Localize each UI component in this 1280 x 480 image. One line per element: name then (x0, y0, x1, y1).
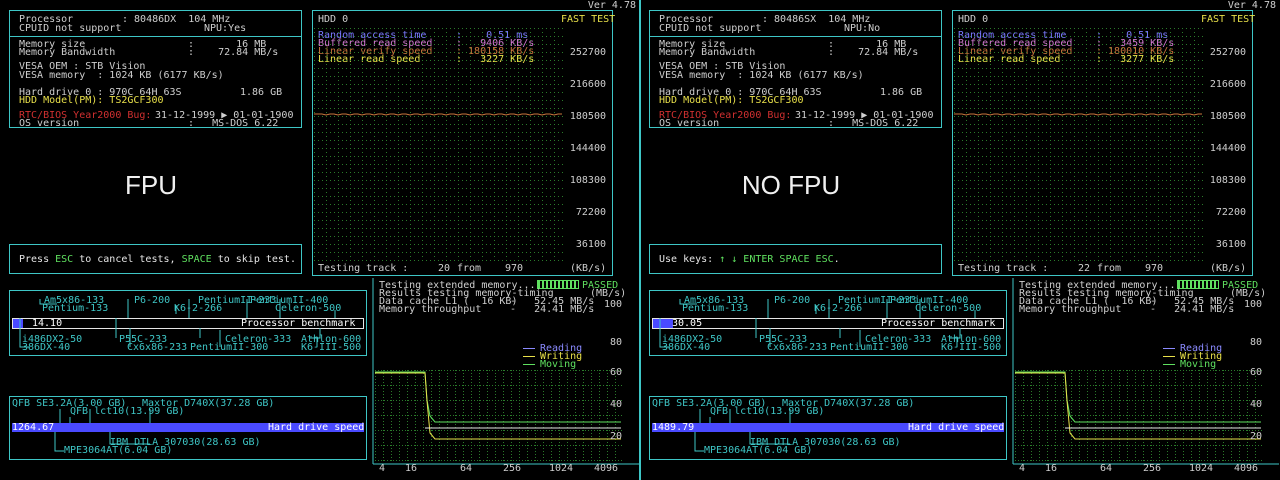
mem-x-tick: 16 (405, 463, 418, 474)
hard-drive-size: 1.86 GB (240, 87, 283, 98)
os-version-value: : MS-DOS 6.22 (828, 118, 919, 129)
hdd-y-tick: 216600 (1209, 79, 1246, 90)
legend-swatch (523, 364, 535, 365)
vesa-memory: VESA memory : 1024 KB (6177 KB/s) (659, 70, 864, 81)
memory-bandwidth-label: Memory Bandwidth (659, 47, 756, 58)
memory-bandwidth-label: Memory Bandwidth (19, 47, 116, 58)
no-fpu-pane: Ver 4.78 Processor : 80486SX 104 MHz CPU… (640, 0, 1280, 480)
mem-y-tick: 60 (1249, 367, 1262, 378)
hdd-y-tick: 36100 (1215, 239, 1246, 250)
keys-footer-text: Press ESC to cancel tests, SPACE to skip… (19, 254, 296, 265)
mem-y-tick: 20 (609, 431, 622, 442)
cpu-benchmark-leaders (659, 299, 976, 348)
hdd-y-tick: 144400 (1209, 143, 1246, 154)
keys-footer-text: Use keys: ↑ ↓ ENTER SPACE ESC. (659, 254, 840, 265)
mem-y-tick: 100 (1243, 299, 1262, 310)
legend-swatch (1163, 348, 1175, 349)
mem-y-tick: 40 (609, 399, 622, 410)
hdd-speed-graph (954, 28, 1203, 261)
moving-line (1015, 371, 1261, 423)
hdd-title: HDD 0 (318, 14, 349, 25)
mem-x-tick: 4096 (1234, 463, 1259, 474)
memory-bandwidth-value: : 72.84 MB/s (188, 47, 279, 58)
hdd-model: HDD Model(PM): TS2GCF300 (19, 95, 164, 106)
moving-line (375, 371, 621, 423)
hdd-y-tick: 180500 (569, 111, 606, 122)
mem-x-tick: 1024 (1189, 463, 1214, 474)
os-version-label: OS version (659, 118, 720, 129)
hdd-y-tick: 108300 (1209, 175, 1246, 186)
key-hint-1: ↑ ↓ ENTER SPACE ESC (719, 254, 834, 265)
mem-y-tick: 100 (603, 299, 622, 310)
npu-label: NPU:No (844, 23, 881, 34)
mem-y-tick: 80 (609, 337, 622, 348)
testing-track-current: 22 (1078, 263, 1091, 274)
hdd-y-tick: 144400 (569, 143, 606, 154)
hdd-unit-label: (KB/s) (1210, 263, 1247, 274)
mem-y-tick: 40 (1249, 399, 1262, 410)
fpu-pane: Ver 4.78 Processor : 80486DX 104 MHz CPU… (0, 0, 640, 480)
mem-x-tick: 4 (379, 463, 386, 474)
mem-x-tick: 4 (1019, 463, 1026, 474)
memory-bandwidth-value: : 72.84 MB/s (828, 47, 919, 58)
hdd-y-tick: 72200 (575, 207, 606, 218)
legend-swatch (523, 356, 535, 357)
cpu-benchmark-leaders (19, 299, 336, 348)
mem-x-tick: 16 (1045, 463, 1058, 474)
info-divider (9, 36, 302, 37)
hdd-speed-graph (314, 28, 563, 261)
mem-x-tick: 64 (460, 463, 473, 474)
os-version-label: OS version (19, 118, 80, 129)
mem-x-tick: 1024 (549, 463, 574, 474)
hard-drive-size: 1.86 GB (880, 87, 923, 98)
testing-track-from: from (457, 263, 482, 274)
legend-swatch (1163, 356, 1175, 357)
vesa-memory: VESA memory : 1024 KB (6177 KB/s) (19, 70, 224, 81)
os-version-value: : MS-DOS 6.22 (188, 118, 279, 129)
testing-track-label: Testing track : (318, 263, 409, 274)
mem-x-tick: 256 (503, 463, 522, 474)
mem-x-tick: 64 (1100, 463, 1113, 474)
testing-track-from: from (1097, 263, 1122, 274)
fast-test-label: FAST TEST (1201, 14, 1256, 25)
fast-test-label: FAST TEST (561, 14, 616, 25)
testing-track-total: 970 (1145, 263, 1164, 274)
cpuid-label: CPUID not support (659, 23, 762, 34)
key-hint-1: ESC (55, 254, 74, 265)
npu-label: NPU:Yes (204, 23, 247, 34)
hdd-title: HDD 0 (958, 14, 989, 25)
pane-title: NO FPU (741, 170, 841, 200)
testing-track-label: Testing track : (958, 263, 1049, 274)
hdd-y-tick: 216600 (569, 79, 606, 90)
mem-y-tick: 60 (609, 367, 622, 378)
testing-track-current: 20 (438, 263, 451, 274)
hdd-y-tick: 252700 (1209, 47, 1246, 58)
mem-y-tick: 20 (1249, 431, 1262, 442)
mem-x-tick: 4096 (594, 463, 619, 474)
hdd-speed-line (954, 113, 1202, 116)
key-hint-2: SPACE (181, 254, 212, 265)
legend-swatch (523, 348, 535, 349)
info-divider (649, 36, 942, 37)
mem-y-tick: 80 (1249, 337, 1262, 348)
hdd-y-tick: 36100 (575, 239, 606, 250)
hdd-model: HDD Model(PM): TS2GCF300 (659, 95, 804, 106)
cpuid-label: CPUID not support (19, 23, 122, 34)
hdd-y-tick: 180500 (1209, 111, 1246, 122)
hdd-unit-label: (KB/s) (570, 263, 607, 274)
legend-swatch (1163, 364, 1175, 365)
testing-track-total: 970 (505, 263, 524, 274)
hdd-speed-line (314, 113, 562, 116)
hdd-y-tick: 72200 (1215, 207, 1246, 218)
pane-title: FPU (125, 170, 177, 200)
hdd-y-tick: 252700 (569, 47, 606, 58)
mem-x-tick: 256 (1143, 463, 1162, 474)
hdd-y-tick: 108300 (569, 175, 606, 186)
hd-benchmark-leaders (54, 409, 151, 452)
hd-benchmark-leaders (694, 409, 791, 452)
